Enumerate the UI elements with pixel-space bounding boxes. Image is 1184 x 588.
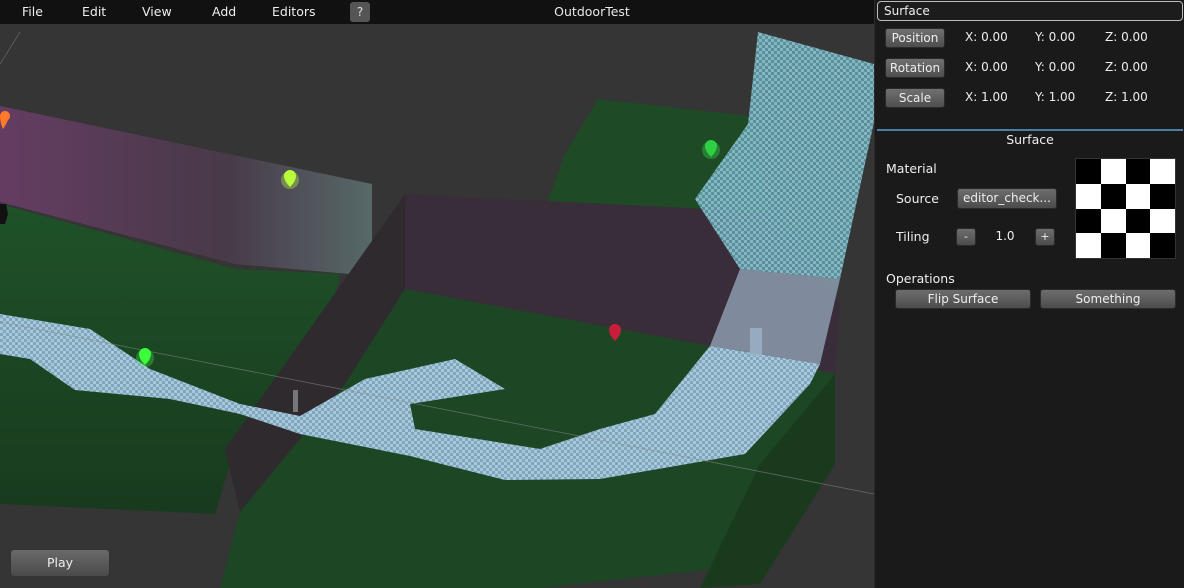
operations-label: Operations [886,271,955,286]
post-marker [293,390,298,412]
scene-render [0,24,874,588]
tiling-increase-button[interactable]: + [1035,228,1055,246]
position-button[interactable]: Position [885,28,945,48]
post-marker [750,328,762,356]
window-title: OutdoorTest [554,4,630,19]
tiling-value[interactable]: 1.0 [987,229,1023,243]
object-name-field[interactable]: Surface [877,1,1183,21]
tiling-label: Tiling [896,229,930,244]
tiling-decrease-button[interactable]: - [956,228,976,246]
rotation-z[interactable]: Z: 0.00 [1105,60,1148,74]
menu-bar: File Edit View Add Editors ? OutdoorTest [0,0,874,24]
material-preview [1075,158,1176,259]
scale-z[interactable]: Z: 1.00 [1105,90,1148,104]
inspector-panel: Surface Position X: 0.00 Y: 0.00 Z: 0.00… [874,0,1184,588]
source-label: Source [896,191,939,206]
scale-y[interactable]: Y: 1.00 [1035,90,1075,104]
material-source-button[interactable]: editor_check... [957,188,1057,209]
rotation-y[interactable]: Y: 0.00 [1035,60,1075,74]
play-button[interactable]: Play [10,549,110,577]
position-y[interactable]: Y: 0.00 [1035,30,1075,44]
flip-surface-button[interactable]: Flip Surface [895,289,1031,309]
rotation-x[interactable]: X: 0.00 [965,60,1008,74]
something-button[interactable]: Something [1040,289,1176,309]
menu-view[interactable]: View [142,4,172,19]
menu-editors[interactable]: Editors [272,4,316,19]
scene-viewport[interactable]: Play [0,24,874,588]
menu-edit[interactable]: Edit [82,4,106,19]
scale-button[interactable]: Scale [885,88,945,108]
position-z[interactable]: Z: 0.00 [1105,30,1148,44]
material-label: Material [886,161,937,176]
scale-x[interactable]: X: 1.00 [965,90,1008,104]
surface-section-header[interactable]: Surface [877,129,1183,149]
help-button[interactable]: ? [350,2,370,22]
menu-file[interactable]: File [22,4,43,19]
rotation-button[interactable]: Rotation [885,58,945,78]
menu-add[interactable]: Add [212,4,236,19]
position-x[interactable]: X: 0.00 [965,30,1008,44]
